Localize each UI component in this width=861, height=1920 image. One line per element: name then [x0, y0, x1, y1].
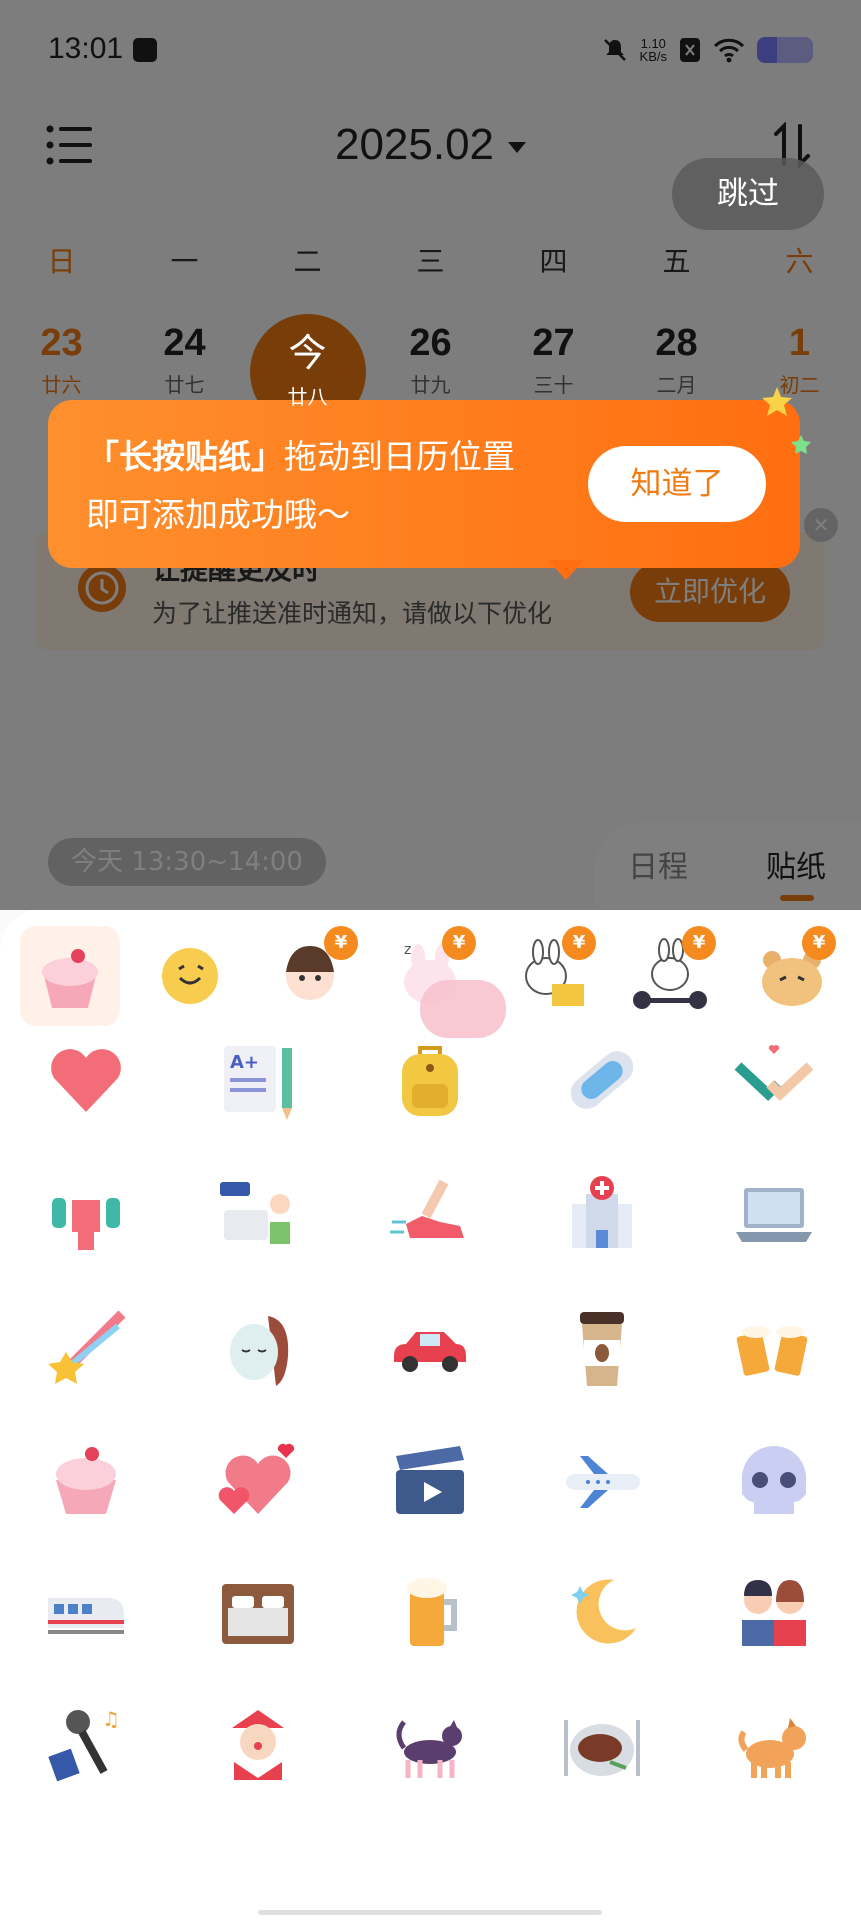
got-it-button[interactable]: 知道了: [588, 446, 766, 522]
cupcake-icon[interactable]: [42, 1436, 130, 1524]
couple-icon[interactable]: [730, 1568, 818, 1656]
karaoke-icon[interactable]: ♫: [42, 1700, 130, 1788]
clapperboard-icon[interactable]: [386, 1436, 474, 1524]
face-mask-icon[interactable]: [214, 1304, 302, 1392]
bed-icon[interactable]: [214, 1568, 302, 1656]
train-icon[interactable]: [42, 1568, 130, 1656]
smiley-icon[interactable]: [146, 932, 234, 1020]
cat-icon[interactable]: [386, 1700, 474, 1788]
home-indicator: [258, 1910, 602, 1915]
dog-icon[interactable]: [730, 1700, 818, 1788]
paid-badge: ¥: [442, 926, 476, 960]
paid-badge: ¥: [324, 926, 358, 960]
hand-pointer-icon: [420, 980, 506, 1038]
shooting-star-icon[interactable]: [42, 1304, 130, 1392]
coffee-icon[interactable]: [558, 1304, 646, 1392]
star-icon: [762, 387, 792, 416]
moon-icon[interactable]: [558, 1568, 646, 1656]
paid-badge: ¥: [562, 926, 596, 960]
backpack-icon[interactable]: [386, 1036, 474, 1124]
car-icon[interactable]: [386, 1304, 474, 1392]
tooltip-arrow: [548, 560, 584, 580]
skull-icon[interactable]: [730, 1436, 818, 1524]
running-shoe-icon[interactable]: [386, 1170, 474, 1258]
skip-button[interactable]: 跳过: [672, 158, 824, 230]
clown-icon[interactable]: [214, 1700, 302, 1788]
document-grade-icon[interactable]: A+: [214, 1036, 302, 1124]
tooltip-text-line1: 「长按贴纸」拖动到日历位置: [86, 437, 515, 476]
svg-text:z: z: [404, 942, 411, 958]
tooltip-text-line2: 即可添加成功哦～: [86, 495, 350, 534]
hearts-icon[interactable]: [214, 1436, 302, 1524]
hospital-icon[interactable]: [558, 1170, 646, 1258]
steak-icon[interactable]: [558, 1700, 646, 1788]
airplane-icon[interactable]: [558, 1436, 646, 1524]
svg-text:♫: ♫: [102, 1707, 120, 1731]
star-icon: [791, 435, 811, 454]
work-icon[interactable]: [214, 1170, 302, 1258]
svg-text:A+: A+: [230, 1052, 259, 1073]
cupcake-icon[interactable]: [26, 932, 114, 1020]
pad-icon[interactable]: [558, 1036, 646, 1124]
paid-badge: ¥: [802, 926, 836, 960]
heart-icon[interactable]: [42, 1036, 130, 1124]
date-cell-today[interactable]: 今廿八: [246, 314, 369, 430]
beer-cheers-icon[interactable]: [730, 1304, 818, 1392]
laptop-icon[interactable]: [730, 1170, 818, 1258]
beer-icon[interactable]: [386, 1568, 474, 1656]
handshake-icon[interactable]: [730, 1036, 818, 1124]
fitness-icon[interactable]: [42, 1170, 130, 1258]
paid-badge: ¥: [682, 926, 716, 960]
